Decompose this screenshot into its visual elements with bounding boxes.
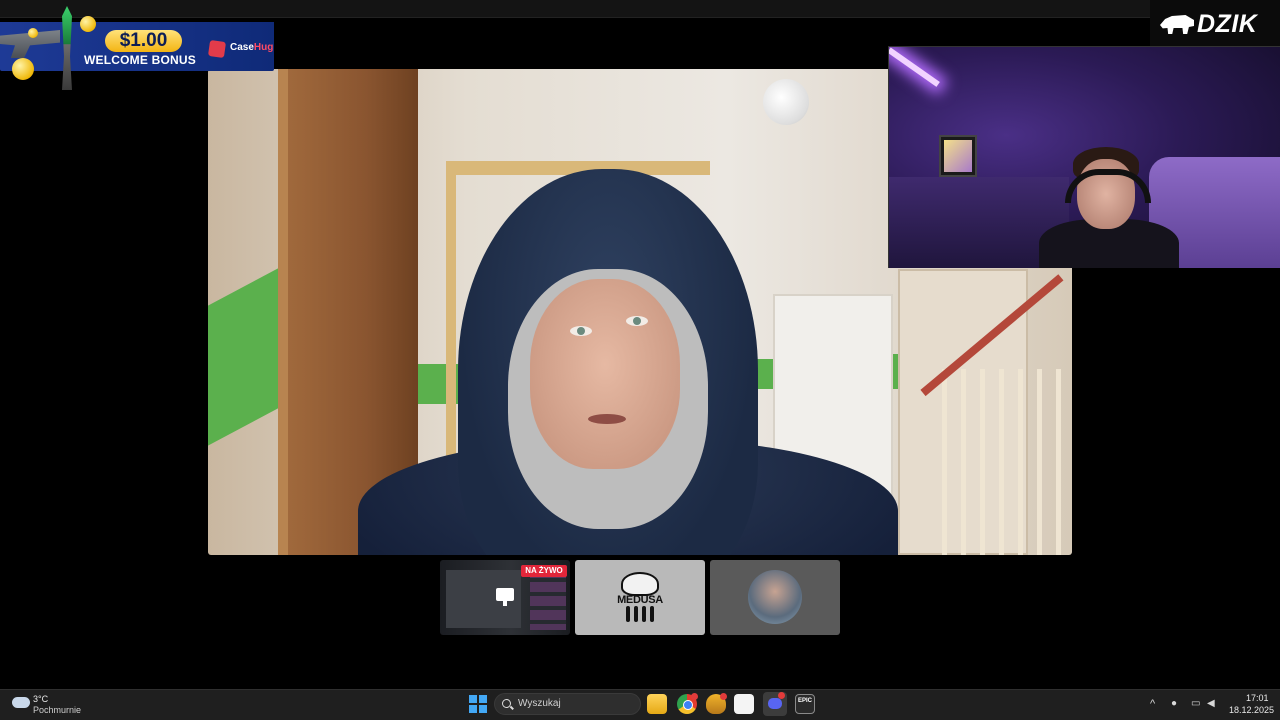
windows-logo-icon [479, 695, 487, 703]
medusa-logo-icon [621, 572, 659, 596]
person-face [530, 279, 680, 469]
medusa-label: MEDUSA [617, 594, 663, 606]
tentacle-shape [642, 606, 646, 622]
volume-icon[interactable]: ◀ [1207, 698, 1215, 709]
search-icon [502, 699, 511, 708]
stream-screen: $1.00 WELCOME BONUS CaseHug DZIK NA ŻYWO… [0, 0, 1280, 720]
window-top-strip [0, 0, 1280, 18]
microphone-icon[interactable]: ● [1171, 698, 1177, 709]
ceiling-lamp [763, 79, 809, 125]
tentacle-shape [634, 606, 638, 622]
weather-temperature[interactable]: 3°C [33, 694, 48, 704]
windows-logo-icon [469, 705, 477, 713]
staircase [928, 369, 1072, 555]
person-eye [570, 326, 592, 336]
start-button[interactable] [469, 695, 487, 713]
tentacle-shape [626, 606, 630, 622]
bonus-amount: $1.00 [105, 30, 182, 52]
coin-icon [28, 28, 38, 38]
screen-share-icon [496, 588, 514, 606]
monitor [939, 135, 977, 177]
epic-games-icon[interactable] [795, 694, 815, 714]
streamer-webcam [888, 46, 1280, 268]
person-mouth [588, 414, 626, 424]
channel-logo: DZIK [1197, 10, 1258, 38]
person-eye [626, 316, 648, 326]
notification-dot [720, 693, 727, 700]
file-explorer-icon[interactable] [647, 694, 667, 714]
live-badge: NA ŻYWO [521, 565, 567, 577]
brand-prefix: Case [230, 42, 254, 53]
epic-label: EPIC [798, 698, 813, 704]
casehug-logo-icon [207, 39, 227, 59]
brand-name: CaseHug [230, 42, 273, 53]
notification-dot [778, 692, 785, 699]
weather-description[interactable]: Pochmurnie [33, 705, 81, 715]
shared-sidebar [530, 568, 566, 630]
brand-suffix: Hug [253, 42, 274, 53]
coin-icon [80, 16, 96, 32]
neon-light [889, 47, 940, 87]
bonus-label: WELCOME BONUS [84, 53, 196, 67]
search-input[interactable] [494, 693, 641, 715]
search-placeholder: Wyszukaj [518, 698, 561, 709]
network-icon[interactable]: ▭ [1191, 698, 1200, 709]
windows-logo-icon [469, 695, 477, 703]
clock-date[interactable]: 18.12.2025 [1229, 705, 1274, 715]
coin-icon [12, 58, 34, 80]
notification-dot [691, 693, 698, 700]
chevron-up-icon[interactable]: ^ [1150, 698, 1155, 710]
tentacle-shape [650, 606, 654, 622]
clock-time[interactable]: 17:01 [1246, 693, 1269, 703]
avatar[interactable] [748, 570, 802, 624]
cloud-icon[interactable] [12, 697, 30, 708]
app-icon[interactable] [734, 694, 754, 714]
windows-logo-icon [479, 705, 487, 713]
